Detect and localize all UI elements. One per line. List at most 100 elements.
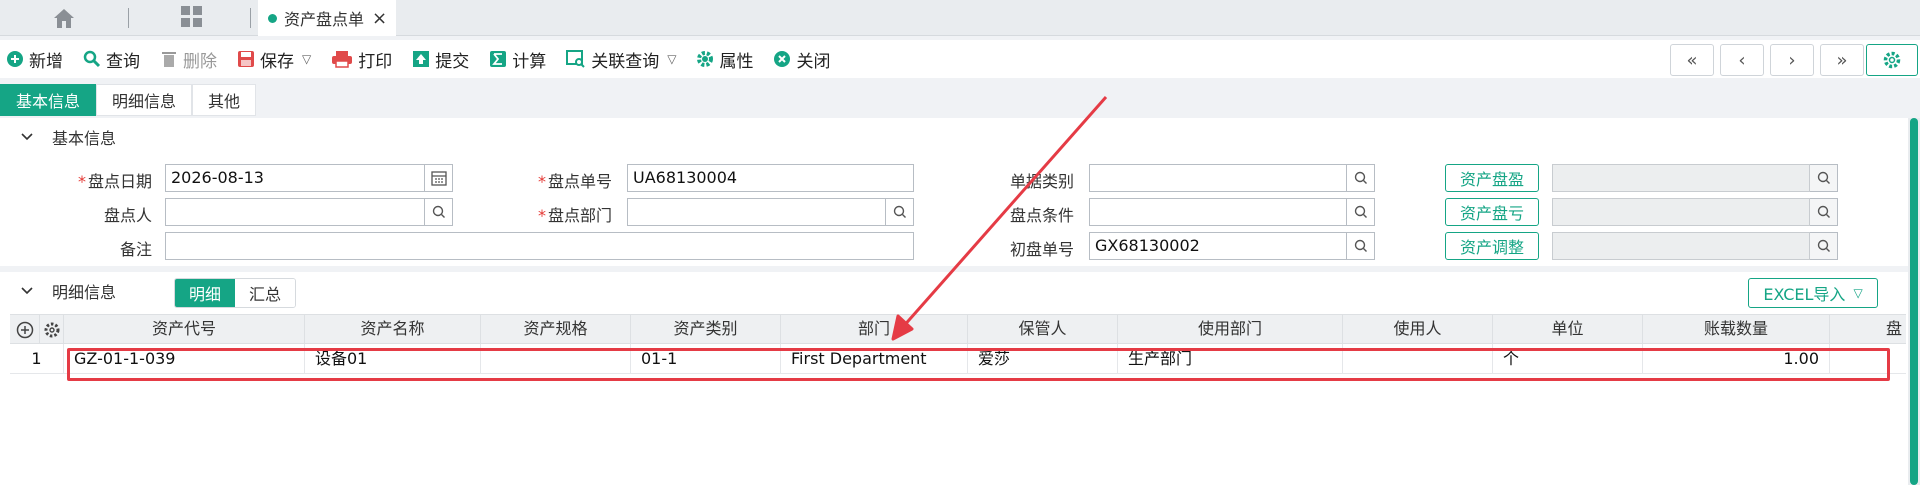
surplus-search-button[interactable] xyxy=(1810,164,1838,192)
gear-icon xyxy=(44,322,59,338)
search-icon xyxy=(1817,239,1830,252)
chevron-down-icon: ▽ xyxy=(1853,286,1863,300)
related-query-button[interactable]: 关联查询 ▽ xyxy=(566,44,676,74)
query-button[interactable]: 查询 xyxy=(83,44,140,74)
cell-asset-spec[interactable] xyxy=(481,344,631,374)
excel-import-button[interactable]: EXCEL导入 ▽ xyxy=(1748,278,1878,308)
col-unit[interactable]: 单位 xyxy=(1493,315,1643,345)
col-asset-code[interactable]: 资产代号 xyxy=(64,315,305,345)
col-use-department[interactable]: 使用部门 xyxy=(1118,315,1343,345)
person-field[interactable] xyxy=(165,198,425,226)
scrollbar-thumb[interactable] xyxy=(1910,118,1918,485)
cell-truncated[interactable] xyxy=(1830,344,1906,374)
upload-icon xyxy=(413,51,430,67)
remark-field[interactable] xyxy=(165,232,914,260)
dept-search-button[interactable] xyxy=(886,198,914,226)
settings-button[interactable] xyxy=(1866,44,1918,76)
initial-no-field[interactable]: GX68130002 xyxy=(1089,232,1347,260)
add-row-button[interactable] xyxy=(10,315,40,345)
doc-type-search-button[interactable] xyxy=(1347,164,1375,192)
number-field[interactable]: UA68130004 xyxy=(627,164,914,192)
column-settings-button[interactable] xyxy=(40,315,64,345)
properties-button[interactable]: 属性 xyxy=(696,44,753,74)
section-title: 明细信息 xyxy=(52,283,117,302)
adjust-field xyxy=(1552,232,1810,260)
cell-use-department[interactable]: 生产部门 xyxy=(1118,344,1343,374)
cell-department[interactable]: First Department xyxy=(781,344,968,374)
person-search-button[interactable] xyxy=(425,198,453,226)
tab-separator xyxy=(250,8,251,28)
subtab-summary[interactable]: 汇总 xyxy=(235,279,296,307)
save-button[interactable]: 保存 ▽ xyxy=(237,44,311,74)
apps-grid-icon[interactable] xyxy=(180,5,204,29)
first-record-button[interactable]: « xyxy=(1670,44,1714,76)
condition-field[interactable] xyxy=(1089,198,1347,226)
search-icon xyxy=(83,50,101,68)
col-asset-spec[interactable]: 资产规格 xyxy=(481,315,631,345)
col-truncated[interactable]: 盘 xyxy=(1830,315,1906,345)
close-tab-icon[interactable]: × xyxy=(372,8,387,29)
cell-unit[interactable]: 个 xyxy=(1493,344,1643,374)
loss-field xyxy=(1552,198,1810,226)
printer-icon xyxy=(332,51,353,68)
calendar-icon xyxy=(430,171,447,186)
cell-keeper[interactable]: 爱莎 xyxy=(968,344,1118,374)
prev-record-button[interactable]: ‹ xyxy=(1720,44,1764,76)
asset-adjust-button[interactable]: 资产调整 xyxy=(1445,232,1539,260)
gear-icon xyxy=(697,51,714,67)
search-icon xyxy=(1817,205,1830,218)
save-label: 保存 xyxy=(260,51,294,72)
delete-button[interactable]: 删除 xyxy=(160,44,217,74)
record-navigation: « ‹ › » xyxy=(1664,44,1864,76)
col-book-qty[interactable]: 账载数量 xyxy=(1643,315,1830,345)
next-record-button[interactable]: › xyxy=(1770,44,1814,76)
asset-surplus-button[interactable]: 资产盘盈 xyxy=(1445,164,1539,192)
calculate-button[interactable]: 计算 xyxy=(489,44,546,74)
print-button[interactable]: 打印 xyxy=(331,44,392,74)
col-asset-name[interactable]: 资产名称 xyxy=(305,315,481,345)
cell-asset-category[interactable]: 01-1 xyxy=(631,344,781,374)
tab-asset-inventory[interactable]: 资产盘点单 × xyxy=(258,0,396,36)
close-button[interactable]: 关闭 xyxy=(773,44,830,74)
new-button[interactable]: 新增 xyxy=(6,44,63,74)
close-circle-icon xyxy=(774,51,791,67)
date-field[interactable]: 2026-08-13 xyxy=(165,164,425,192)
subtab-detail[interactable]: 明细 xyxy=(175,279,236,307)
chevron-down-icon xyxy=(21,133,33,141)
basic-info-header[interactable]: 基本信息 xyxy=(0,118,1908,156)
dept-field[interactable] xyxy=(627,198,886,226)
cell-asset-name[interactable]: 设备01 xyxy=(305,344,481,374)
initial-no-search-button[interactable] xyxy=(1347,232,1375,260)
col-keeper[interactable]: 保管人 xyxy=(968,315,1118,345)
table-row[interactable]: 1 GZ-01-1-039 设备01 01-1 First Department… xyxy=(10,344,1906,374)
vertical-scrollbar[interactable] xyxy=(1908,118,1920,485)
doc-type-label: 单据类别 xyxy=(1009,172,1074,191)
tab-other[interactable]: 其他 xyxy=(192,84,257,116)
loss-search-button[interactable] xyxy=(1810,198,1838,226)
adjust-search-button[interactable] xyxy=(1810,232,1838,260)
home-icon[interactable] xyxy=(52,7,76,29)
chevron-down-icon[interactable]: ▽ xyxy=(667,52,676,66)
tab-separator xyxy=(128,8,129,28)
number-label: * 盘点单号 xyxy=(537,172,612,191)
tab-basic-info[interactable]: 基本信息 xyxy=(0,84,97,116)
submit-button[interactable]: 提交 xyxy=(412,44,469,74)
related-query-label: 关联查询 xyxy=(591,51,660,72)
cell-user[interactable] xyxy=(1343,344,1493,374)
condition-search-button[interactable] xyxy=(1347,198,1375,226)
search-icon xyxy=(1817,171,1830,184)
asset-loss-button[interactable]: 资产盘亏 xyxy=(1445,198,1539,226)
delete-label: 删除 xyxy=(183,51,217,72)
chevron-down-icon[interactable]: ▽ xyxy=(302,52,311,66)
search-icon xyxy=(1354,205,1367,218)
col-user[interactable]: 使用人 xyxy=(1343,315,1493,345)
cell-book-qty[interactable]: 1.00 xyxy=(1643,344,1830,374)
cell-asset-code[interactable]: GZ-01-1-039 xyxy=(64,344,305,374)
last-record-button[interactable]: » xyxy=(1820,44,1864,76)
col-department[interactable]: 部门 xyxy=(781,315,968,345)
initial-no-label: 初盘单号 xyxy=(1009,240,1074,259)
tab-detail-info[interactable]: 明细信息 xyxy=(96,84,193,116)
col-asset-category[interactable]: 资产类别 xyxy=(631,315,781,345)
doc-type-field[interactable] xyxy=(1089,164,1347,192)
calendar-button[interactable] xyxy=(425,164,453,192)
